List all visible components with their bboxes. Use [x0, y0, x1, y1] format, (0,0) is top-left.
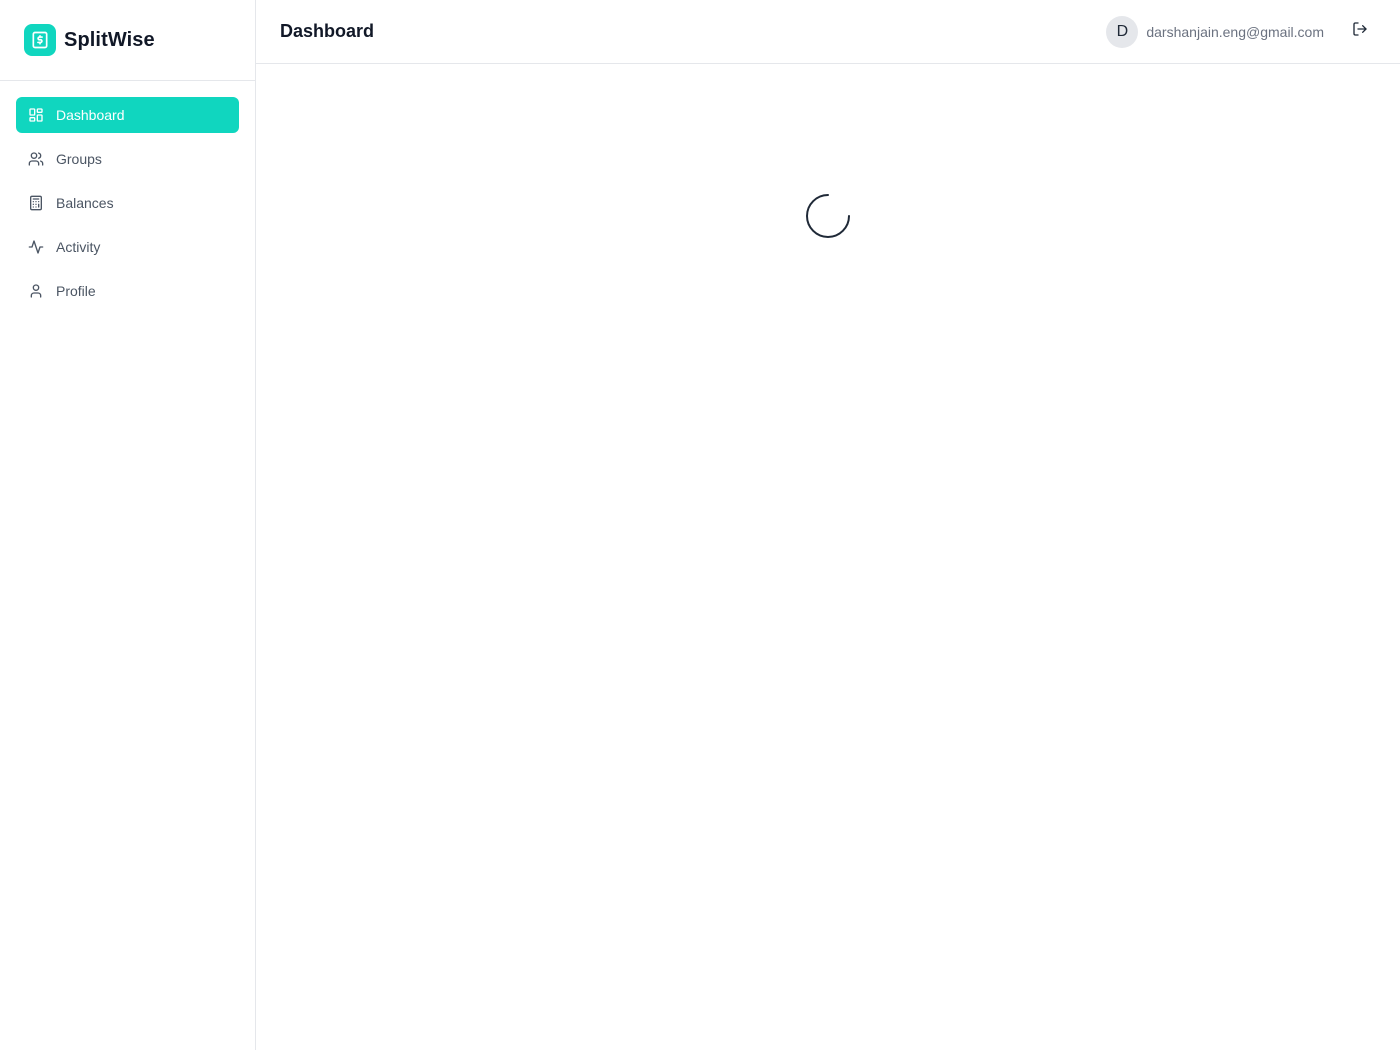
sidebar-item-dashboard[interactable]: Dashboard — [16, 97, 239, 133]
loading-spinner-icon — [802, 190, 854, 242]
dashboard-content — [256, 64, 1400, 1050]
dollar-receipt-icon — [24, 24, 56, 56]
sidebar-nav: Dashboard Groups Balances Activity Profi… — [0, 81, 255, 333]
user-menu: D darshanjain.eng@gmail.com — [1106, 15, 1376, 48]
user-email: darshanjain.eng@gmail.com — [1146, 23, 1324, 40]
sidebar-item-label: Profile — [56, 283, 96, 299]
sidebar: SplitWise Dashboard Groups Balances Acti… — [0, 0, 256, 1050]
top-bar: Dashboard D darshanjain.eng@gmail.com — [256, 0, 1400, 64]
sidebar-item-balances[interactable]: Balances — [16, 185, 239, 221]
sidebar-item-label: Balances — [56, 195, 114, 211]
avatar[interactable]: D — [1106, 15, 1139, 48]
logout-icon — [1352, 21, 1368, 42]
main-area: Dashboard D darshanjain.eng@gmail.com — [256, 0, 1400, 1050]
sidebar-item-groups[interactable]: Groups — [16, 141, 239, 177]
sidebar-item-activity[interactable]: Activity — [16, 229, 239, 265]
page-title: Dashboard — [280, 21, 375, 41]
brand-name: SplitWise — [64, 28, 155, 51]
logout-button[interactable] — [1344, 16, 1376, 48]
sidebar-item-label: Activity — [56, 239, 101, 255]
sidebar-item-label: Dashboard — [56, 107, 125, 123]
layout-grid-icon — [28, 107, 44, 123]
activity-icon — [28, 239, 44, 255]
users-icon — [28, 151, 44, 167]
calculator-icon — [28, 195, 44, 211]
app-shell: SplitWise Dashboard Groups Balances Acti… — [0, 0, 1400, 1050]
user-icon — [28, 283, 44, 299]
sidebar-item-profile[interactable]: Profile — [16, 273, 239, 309]
brand[interactable]: SplitWise — [0, 0, 255, 81]
sidebar-item-label: Groups — [56, 151, 102, 167]
